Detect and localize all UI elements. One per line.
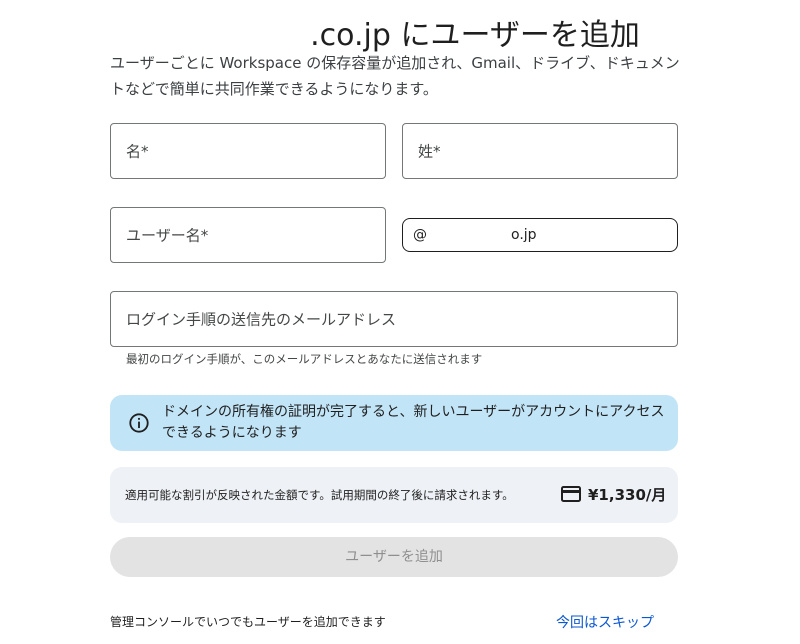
first-name-placeholder: 名* <box>126 142 149 161</box>
info-banner-text: ドメインの所有権の証明が完了すると、新しいユーザーがアカウントにアクセスできるよ… <box>162 404 665 441</box>
page-description: ユーザーごとに Workspace の保存容量が追加され、Gmail、ドライブ、… <box>110 54 680 98</box>
skip-link[interactable]: 今回はスキップ <box>556 612 654 632</box>
page-title: .co.jp にユーザーを追加 <box>310 18 640 53</box>
info-banner: ドメインの所有権の証明が完了すると、新しいユーザーがアカウントにアクセスできるよ… <box>110 395 678 451</box>
pricing-note: 適用可能な割引が反映された金額です。試用期間の終了後に請求されます。 <box>125 488 514 502</box>
pricing-panel: 適用可能な割引が反映された金額です。試用期間の終了後に請求されます。 ¥1,33… <box>110 467 678 523</box>
domain-at-sign: @ <box>413 227 427 243</box>
info-icon <box>129 413 149 433</box>
last-name-placeholder: 姓* <box>418 142 441 161</box>
username-placeholder: ユーザー名* <box>126 226 209 245</box>
credit-card-icon <box>561 486 581 502</box>
recovery-email-placeholder: ログイン手順の送信先のメールアドレス <box>126 310 397 329</box>
domain-value: o.jp <box>511 227 537 243</box>
add-user-button[interactable]: ユーザーを追加 <box>110 537 678 577</box>
footer-note: 管理コンソールでいつでもユーザーを追加できます <box>110 615 386 629</box>
price-amount: ¥1,330/月 <box>588 486 667 504</box>
recovery-email-field[interactable]: ログイン手順の送信先のメールアドレス <box>110 291 678 347</box>
domain-select[interactable]: @ o.jp <box>402 218 678 252</box>
last-name-field[interactable]: 姓* <box>402 123 678 179</box>
first-name-field[interactable]: 名* <box>110 123 386 179</box>
username-field[interactable]: ユーザー名* <box>110 207 386 263</box>
recovery-email-helper: 最初のログイン手順が、このメールアドレスとあなたに送信されます <box>126 352 483 366</box>
